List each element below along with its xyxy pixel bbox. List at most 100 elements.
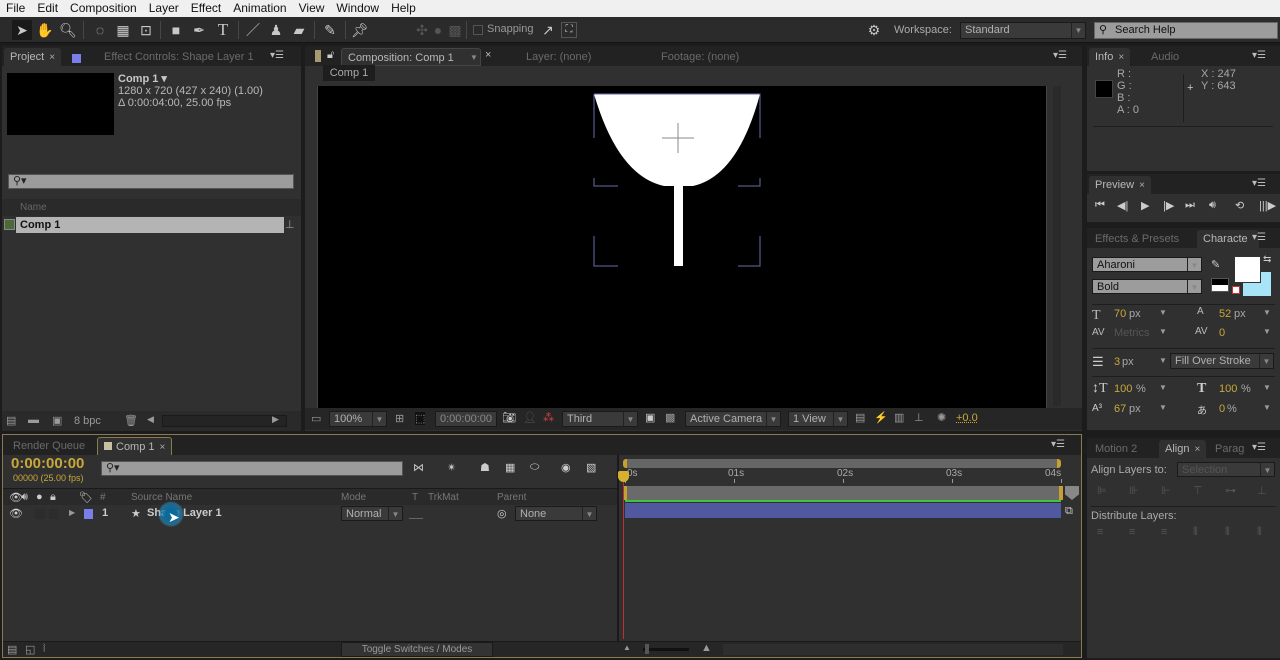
eyedropper-icon[interactable]: ✎: [1211, 258, 1220, 271]
safe-margins-icon[interactable]: ⊞: [395, 412, 404, 425]
resolution-dropdown[interactable]: Third ▼: [562, 411, 638, 427]
project-search-input[interactable]: ⚲▾: [8, 174, 294, 189]
view-layout-dropdown[interactable]: 1 View ▼: [788, 411, 848, 427]
tab-layer[interactable]: Layer: (none): [520, 48, 597, 66]
new-folder-icon[interactable]: ▬: [28, 414, 39, 426]
camera-view-dropdown[interactable]: Active Camera ▼: [685, 411, 781, 427]
expand-transfer-controls-icon[interactable]: ◱: [25, 643, 35, 656]
horizontal-scrollbar[interactable]: [162, 415, 287, 427]
work-area-bar[interactable]: [623, 486, 1063, 500]
rectangle-tool-icon[interactable]: ■: [166, 20, 186, 40]
current-time-field[interactable]: 0:00:00:00: [435, 411, 497, 427]
timeline-search-input[interactable]: ⚲▾: [101, 461, 403, 476]
current-time-display[interactable]: 0:00:00:00: [11, 455, 84, 472]
roto-brush-tool-icon[interactable]: ✎: [320, 20, 340, 40]
tab-timeline-comp[interactable]: Comp 1 ×: [97, 437, 173, 455]
chevron-down-icon[interactable]: ▼: [1159, 383, 1167, 392]
brainstorm-icon[interactable]: ◉: [561, 461, 571, 474]
transparency-grid-icon[interactable]: ▩: [665, 411, 675, 424]
panel-menu-icon[interactable]: ▾☰: [1252, 50, 1266, 61]
search-help-input[interactable]: ⚲ Search Help: [1094, 22, 1278, 39]
tracking-value[interactable]: 0: [1219, 327, 1225, 339]
last-frame-icon[interactable]: ⏭: [1185, 199, 1195, 212]
zoom-slider-handle[interactable]: [645, 644, 649, 654]
toggle-pixel-aspect-icon[interactable]: ▤: [855, 411, 865, 424]
current-time-indicator-handle[interactable]: [618, 471, 629, 482]
tab-project[interactable]: Project ×: [4, 48, 62, 66]
eraser-tool-icon[interactable]: ▰: [289, 20, 309, 40]
align-right-icon[interactable]: ⊩: [1161, 484, 1171, 497]
viewer-scrollbar[interactable]: [1053, 86, 1061, 406]
audio-icon[interactable]: 🔊︎: [1209, 199, 1216, 212]
align-top-icon[interactable]: ⊤: [1193, 484, 1203, 497]
vertical-scale-value[interactable]: 100: [1114, 383, 1132, 395]
frame-blending-icon[interactable]: ▦: [505, 461, 515, 474]
expand-in-out-icon[interactable]: ⦚: [43, 643, 45, 656]
color-channels-icon[interactable]: ⁂: [543, 411, 554, 424]
menu-view[interactable]: View: [293, 0, 331, 17]
show-snapshot-icon[interactable]: 👤︎: [523, 411, 537, 424]
snapshot-camera-icon[interactable]: 📷︎: [502, 411, 516, 424]
align-left-icon[interactable]: ⊫: [1097, 484, 1107, 497]
view-axis-icon[interactable]: ▩: [445, 20, 465, 40]
flowchart-icon[interactable]: ⊥: [914, 411, 924, 424]
reset-exposure-icon[interactable]: ✺: [937, 411, 946, 424]
zoom-in-icon[interactable]: ▲: [701, 642, 712, 654]
toggle-switches-modes-button[interactable]: Toggle Switches / Modes: [341, 642, 493, 657]
selection-tool-icon[interactable]: ➤: [12, 20, 32, 40]
new-comp-icon[interactable]: ▣: [52, 414, 62, 427]
flowchart-icon[interactable]: ⊥: [285, 218, 295, 231]
swap-colors-icon[interactable]: ⇆: [1263, 254, 1271, 265]
draft-3d-icon[interactable]: ✴: [447, 461, 456, 474]
zoom-slider[interactable]: [643, 648, 689, 651]
tab-render-queue[interactable]: Render Queue: [7, 437, 91, 455]
tab-audio[interactable]: Audio: [1145, 48, 1185, 66]
zoom-out-icon[interactable]: ▲: [623, 643, 631, 652]
interpret-footage-icon[interactable]: ▤: [6, 414, 16, 427]
audio-icon[interactable]: 🔊︎: [21, 491, 28, 504]
stroke-width-value[interactable]: 3: [1114, 356, 1120, 368]
panel-menu-icon[interactable]: ▾☰: [1053, 50, 1067, 61]
snap-expand-icon[interactable]: ↗: [538, 20, 558, 40]
chevron-down-icon[interactable]: ▼: [1159, 356, 1167, 365]
chevron-down-icon[interactable]: ▼: [1159, 403, 1167, 412]
magnification-dropdown[interactable]: 100% ▼: [329, 411, 387, 427]
panel-menu-icon[interactable]: ▾☰: [1051, 439, 1065, 450]
type-tool-icon[interactable]: T: [213, 20, 233, 40]
motion-blur-icon[interactable]: ⬭: [530, 461, 539, 474]
menu-animation[interactable]: Animation: [227, 0, 292, 17]
no-color-swatch[interactable]: [1232, 286, 1240, 294]
leading-value[interactable]: 52: [1219, 308, 1231, 320]
loop-icon[interactable]: ⟲: [1235, 199, 1244, 212]
column-source-name[interactable]: Source Name: [131, 492, 192, 503]
panel-menu-icon[interactable]: ▾☰: [270, 50, 284, 61]
always-preview-icon[interactable]: ▭: [311, 412, 321, 425]
chevron-down-icon[interactable]: ▼: [1263, 403, 1271, 412]
hand-tool-icon[interactable]: ✋: [35, 20, 55, 40]
rotation-tool-icon[interactable]: ◌: [90, 20, 110, 40]
layer-duration-bar[interactable]: [625, 503, 1061, 518]
chevron-down-icon[interactable]: ▼: [1263, 327, 1271, 336]
font-style-dropdown[interactable]: Bold ▼: [1092, 279, 1202, 294]
blend-mode-dropdown[interactable]: Normal ▼: [341, 506, 403, 521]
solo-icon[interactable]: ●: [36, 491, 43, 503]
font-size-value[interactable]: 70: [1114, 308, 1126, 320]
exposure-value[interactable]: +0.0: [956, 412, 978, 424]
comp-button-icon[interactable]: ⧉: [1065, 505, 1073, 518]
ram-preview-icon[interactable]: |||▶: [1259, 199, 1276, 212]
align-vertical-center-icon[interactable]: ⊶: [1225, 484, 1236, 497]
column-name[interactable]: Name: [20, 202, 47, 213]
time-navigator[interactable]: [623, 459, 1061, 468]
tab-effects-presets[interactable]: Effects & Presets: [1089, 230, 1185, 248]
comp-breadcrumb[interactable]: Comp 1: [323, 65, 375, 81]
previous-frame-icon[interactable]: ◀|: [1117, 199, 1128, 212]
menu-effect[interactable]: Effect: [185, 0, 227, 17]
expand-triangle-icon[interactable]: ▶: [69, 508, 75, 517]
trash-icon[interactable]: 🗑︎: [124, 414, 138, 427]
chevron-down-icon[interactable]: ▼: [1263, 383, 1271, 392]
pen-tool-icon[interactable]: ✒: [189, 20, 209, 40]
align-horizontal-center-icon[interactable]: ⊪: [1129, 484, 1139, 497]
play-icon[interactable]: ▶: [1141, 199, 1149, 212]
time-ruler[interactable]: 0s 01s 02s 03s 04s: [623, 468, 1063, 484]
zoom-tool-icon[interactable]: 🔍︎: [58, 20, 78, 40]
